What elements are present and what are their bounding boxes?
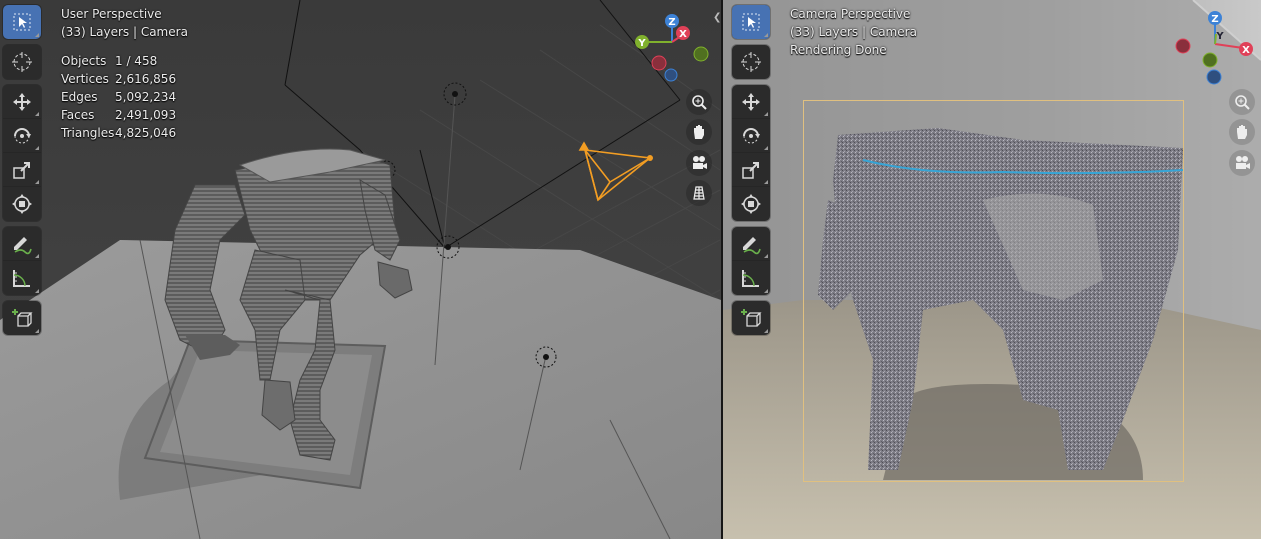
view-subtitle: (33) Layers | Camera <box>790 25 917 39</box>
stat-row: Triangles 4,825,046 <box>61 124 176 142</box>
x-axis-label: X <box>1242 45 1250 56</box>
add-cube-icon[interactable] <box>732 301 770 335</box>
transform-icon[interactable] <box>732 187 770 221</box>
stat-label: Vertices <box>61 72 109 86</box>
add-cube-icon[interactable] <box>3 301 41 335</box>
camera-render-border <box>803 100 1184 482</box>
z-axis-label: Z <box>1211 14 1218 25</box>
move-icon[interactable] <box>3 85 41 119</box>
stat-value: 5,092,234 <box>115 90 177 104</box>
y-axis-label: Y <box>637 38 646 49</box>
measure-icon[interactable] <box>3 261 41 295</box>
tool-shelf-right <box>732 5 770 341</box>
viewport-user-perspective[interactable]: User Perspective (33) Layers | Camera Ob… <box>0 0 721 539</box>
scale-icon[interactable] <box>3 153 41 187</box>
view-title: User Perspective <box>61 7 162 21</box>
z-axis-label: Z <box>668 17 675 28</box>
view-title: Camera Perspective <box>790 7 911 21</box>
transform-icon[interactable] <box>3 187 41 221</box>
annotate-icon[interactable] <box>732 227 770 261</box>
rotate-icon[interactable] <box>3 119 41 153</box>
y-axis-label: Y <box>1215 31 1224 42</box>
stat-row: Objects 1 / 458 <box>61 52 176 70</box>
stat-row: Vertices 2,616,856 <box>61 70 176 88</box>
hand-pan-icon[interactable] <box>686 119 712 145</box>
camera-view-icon[interactable] <box>686 150 712 176</box>
render-status: Rendering Done <box>790 43 887 57</box>
hand-pan-icon[interactable] <box>1229 119 1255 145</box>
cursor-icon[interactable] <box>732 45 770 79</box>
tool-shelf-left <box>3 5 41 341</box>
statistics-overlay: Objects 1 / 458 Vertices 2,616,856 Edges 5,… <box>61 52 176 142</box>
scale-icon[interactable] <box>732 153 770 187</box>
select-box-icon[interactable] <box>732 5 770 39</box>
select-box-icon[interactable] <box>3 5 41 39</box>
zoom-icon[interactable] <box>686 89 712 115</box>
stat-value: 2,616,856 <box>115 72 177 86</box>
stat-value: 2,491,093 <box>115 108 177 122</box>
zoom-icon[interactable] <box>1229 89 1255 115</box>
stat-row: Faces 2,491,093 <box>61 106 176 124</box>
view-subtitle: (33) Layers | Camera <box>61 25 188 39</box>
move-icon[interactable] <box>732 85 770 119</box>
navigation-gizmo-right[interactable]: Z X Y <box>1173 8 1261 88</box>
x-axis-label: X <box>679 29 687 40</box>
rotate-icon[interactable] <box>732 119 770 153</box>
chevron-left-icon[interactable]: ❮ <box>713 12 721 24</box>
cursor-icon[interactable] <box>3 45 41 79</box>
stat-label: Triangles <box>61 126 115 140</box>
stat-value: 1 / 458 <box>115 54 158 68</box>
grid-ortho-icon[interactable] <box>686 180 712 206</box>
stat-row: Edges 5,092,234 <box>61 88 176 106</box>
navigation-gizmo-left[interactable]: Z X Y <box>628 8 713 88</box>
measure-icon[interactable] <box>732 261 770 295</box>
stat-label: Objects <box>61 54 107 68</box>
stat-value: 4,825,046 <box>115 126 177 140</box>
viewport-info: User Perspective (33) Layers | Camera <box>61 5 188 41</box>
blender-window: User Perspective (33) Layers | Camera Ob… <box>0 0 1261 539</box>
camera-view-icon[interactable] <box>1229 150 1255 176</box>
stat-label: Edges <box>61 90 98 104</box>
annotate-icon[interactable] <box>3 227 41 261</box>
viewport-info: Camera Perspective (33) Layers | Camera … <box>790 5 917 59</box>
stat-label: Faces <box>61 108 95 122</box>
viewport-camera-perspective[interactable]: Camera Perspective (33) Layers | Camera … <box>723 0 1261 539</box>
